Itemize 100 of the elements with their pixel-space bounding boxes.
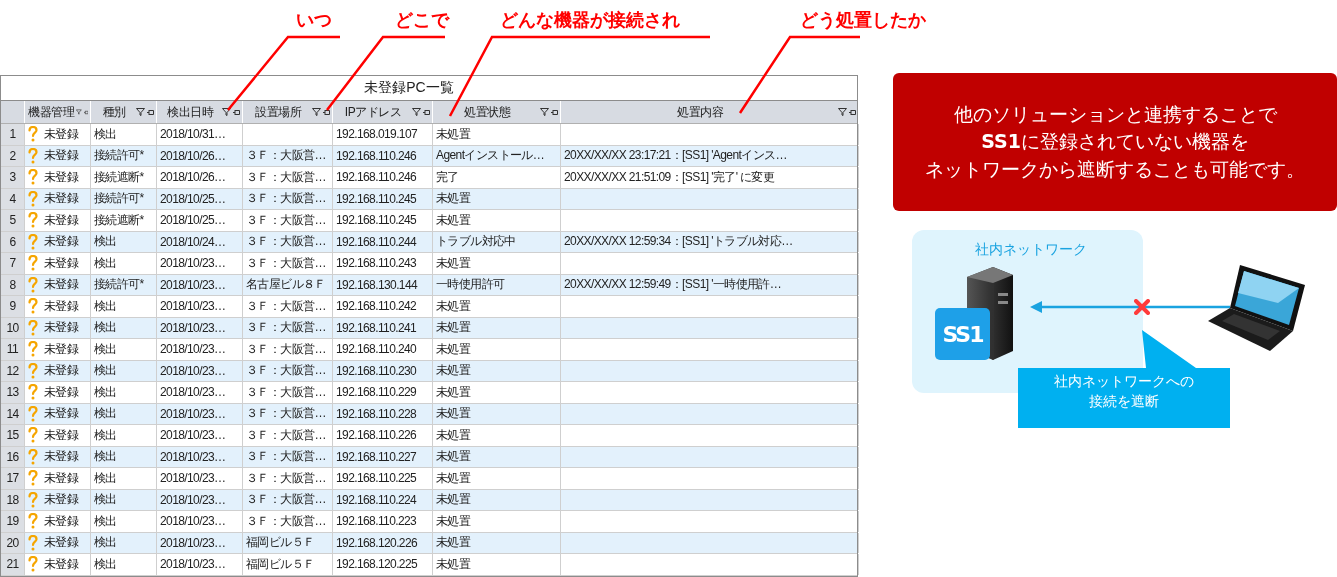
table-cell: 未処置	[436, 426, 471, 444]
table-cell: 接続遮断*	[94, 168, 144, 186]
row-number: 15	[6, 428, 19, 443]
row-number: 1	[9, 127, 16, 142]
filter-icon[interactable]	[312, 108, 321, 116]
table-cell: 検出	[94, 362, 117, 380]
table-cell: 未処置	[436, 405, 471, 423]
table-cell: 未登録	[44, 297, 79, 315]
table-cell: 未登録	[44, 147, 79, 165]
table-cell: 未登録	[44, 383, 79, 401]
table-cell: 20XX/XX/XX 21:51:09：[SS1] '完了' に変更	[564, 168, 775, 186]
table-cell: ３Ｆ：大阪営…	[246, 168, 326, 186]
filter-icon[interactable]	[222, 108, 231, 116]
table-cell: 192.168.110.240	[336, 342, 417, 357]
table-cell: ３Ｆ：大阪営…	[246, 362, 326, 380]
table-cell: トラブル対応中	[436, 233, 516, 251]
table-cell: 未処置	[436, 555, 471, 573]
table-cell: 20XX/XX/XX 12:59:34：[SS1] 'トラブル対応…	[564, 233, 793, 251]
table-cell: ３Ｆ：大阪営…	[246, 512, 326, 530]
question-icon	[28, 470, 38, 487]
table-cell: 未処置	[436, 125, 471, 143]
question-icon	[28, 362, 38, 379]
column-header[interactable]: 検出日時	[160, 103, 220, 121]
table-cell: 未処置	[436, 362, 471, 380]
question-icon	[28, 169, 38, 186]
callout-text: 社内ネットワークへの 接続を遮断	[1053, 372, 1195, 411]
column-header[interactable]: 処置状態	[436, 103, 538, 121]
table-cell: 2018/10/23…	[160, 342, 226, 357]
row-number: 21	[6, 557, 19, 572]
table-cell: ３Ｆ：大阪営…	[246, 147, 326, 165]
pin-icon[interactable]	[849, 108, 856, 116]
table-cell: 未登録	[44, 276, 79, 294]
row-number: 20	[6, 535, 19, 550]
table-cell: 2018/10/23…	[160, 256, 226, 271]
table-cell: 接続許可*	[94, 190, 144, 208]
table-cell: 検出	[94, 512, 117, 530]
row-number: 11	[6, 342, 19, 357]
table-cell: ３Ｆ：大阪営…	[246, 448, 326, 466]
question-icon	[28, 341, 38, 358]
table-cell: 192.168.110.245	[336, 191, 417, 206]
column-header[interactable]: 種別	[94, 103, 134, 121]
table-cell: 未登録	[44, 555, 79, 573]
question-icon	[28, 147, 38, 164]
table-cell: 2018/10/23…	[160, 535, 226, 550]
table-cell: 未登録	[44, 469, 79, 487]
table-cell: 未処置	[436, 190, 471, 208]
table-cell: 192.168.110.229	[336, 385, 417, 400]
column-header[interactable]: 機器管理	[28, 103, 74, 121]
table-cell: 192.168.110.230	[336, 363, 417, 378]
table-cell: 検出	[94, 534, 117, 552]
table-cell: 192.168.110.245	[336, 213, 417, 228]
table-cell: 192.168.110.241	[336, 320, 417, 335]
table-cell: 2018/10/23…	[160, 299, 226, 314]
table-cell: ３Ｆ：大阪営…	[246, 405, 326, 423]
column-header[interactable]: 設置場所	[246, 103, 310, 121]
column-header[interactable]: 処置内容	[564, 103, 836, 121]
table-cell: 2018/10/23…	[160, 471, 226, 486]
row-number: 10	[6, 320, 19, 335]
table-cell: 192.168.110.228	[336, 406, 417, 421]
table-cell: 検出	[94, 125, 117, 143]
question-icon	[28, 319, 38, 336]
pin-icon[interactable]	[323, 108, 330, 116]
table-cell: 192.168.110.246	[336, 170, 417, 185]
pin-icon[interactable]	[551, 108, 558, 116]
question-icon	[28, 126, 38, 143]
row-number: 17	[6, 471, 19, 486]
filter-icon[interactable]	[838, 108, 847, 116]
row-number: 16	[6, 449, 19, 464]
table-cell: 192.168.110.224	[336, 492, 417, 507]
table-cell: ３Ｆ：大阪営…	[246, 254, 326, 272]
table-cell: 未処置	[436, 512, 471, 530]
pin-icon[interactable]	[233, 108, 240, 116]
table-cell: ３Ｆ：大阪営…	[246, 297, 326, 315]
table-cell: 20XX/XX/XX 23:17:21：[SS1] 'Agentインス…	[564, 147, 787, 165]
filter-icon[interactable]	[412, 108, 421, 116]
table-cell: ３Ｆ：大阪営…	[246, 491, 326, 509]
question-icon	[28, 448, 38, 465]
table-cell: 未処置	[436, 491, 471, 509]
table-cell: 未登録	[44, 448, 79, 466]
column-header[interactable]: IPアドレス	[336, 103, 410, 121]
table-cell: 2018/10/26…	[160, 170, 226, 185]
table-cell: 接続遮断*	[94, 211, 144, 229]
laptop-icon	[1208, 263, 1305, 353]
pin-icon[interactable]	[147, 108, 154, 116]
table-cell: 未登録	[44, 319, 79, 337]
question-icon	[28, 556, 38, 573]
filter-icon[interactable]	[540, 108, 549, 116]
row-number: 3	[9, 170, 16, 185]
row-number: 19	[6, 514, 19, 529]
table-cell: 検出	[94, 426, 117, 444]
pin-icon[interactable]	[423, 108, 430, 116]
question-icon	[28, 276, 38, 293]
table-cell: ３Ｆ：大阪営…	[246, 211, 326, 229]
table-cell: 検出	[94, 254, 117, 272]
table-cell: 未処置	[436, 340, 471, 358]
table-cell: 未処置	[436, 383, 471, 401]
table-cell: 2018/10/23…	[160, 514, 226, 529]
table-cell: 192.168.110.244	[336, 234, 417, 249]
table-cell: 名古屋ビル８Ｆ	[246, 276, 326, 294]
filter-icon[interactable]	[136, 108, 145, 116]
